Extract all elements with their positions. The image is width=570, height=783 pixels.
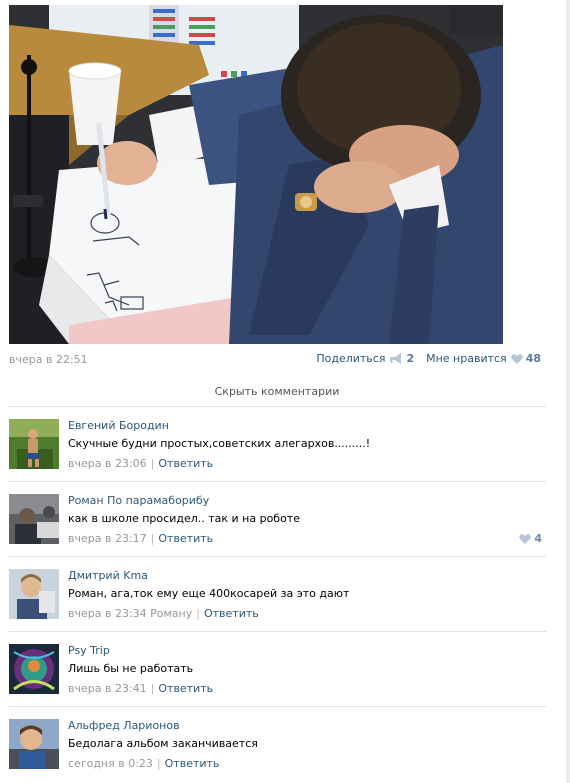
post-date: вчера в 22:51 (9, 353, 88, 366)
comment-item: Psy Trip Лишь бы не работать вчера в 23:… (9, 632, 546, 707)
avatar[interactable] (9, 644, 59, 694)
comment-time: вчера в 23:17 (68, 532, 147, 545)
comment-meta: сегодня в 0:23 | Ответить (68, 757, 219, 770)
reply-link[interactable]: Ответить (158, 532, 213, 545)
post-photo[interactable] (9, 5, 503, 344)
avatar-image (9, 494, 59, 544)
separator: | (150, 457, 155, 470)
comment-text: Роман, ага,ток ему еще 400косарей за это… (68, 587, 350, 600)
avatar[interactable] (9, 569, 59, 619)
comment-meta: вчера в 23:06 | Ответить (68, 457, 213, 470)
share-button[interactable]: Поделиться 2 (316, 352, 414, 365)
separator: | (196, 607, 200, 620)
comment-item: Альфред Ларионов Бедолага альбом заканчи… (9, 707, 546, 781)
separator: | (156, 757, 161, 770)
reply-link[interactable]: Ответить (158, 457, 213, 470)
comment-meta: вчера в 23:17 | Ответить (68, 532, 213, 545)
avatar-image (9, 419, 59, 469)
comment-time: вчера в 23:41 (68, 682, 147, 695)
reply-link[interactable]: Ответить (204, 607, 259, 620)
page-edge (566, 0, 570, 783)
comment-author[interactable]: Psy Trip (68, 644, 110, 657)
comment-author[interactable]: Евгений Бородин (68, 419, 169, 432)
share-label: Поделиться (316, 352, 386, 365)
comment-author[interactable]: Дмитрий Kma (68, 569, 148, 582)
hide-comments-link[interactable]: Скрыть комментарии (9, 385, 545, 398)
comment-text: как в школе просидел.. так и на роботе (68, 512, 300, 525)
comment-item: Роман По парамаборибу как в школе просид… (9, 482, 546, 557)
comment-item: Евгений Бородин Скучные будни простых,со… (9, 407, 546, 482)
comment-author[interactable]: Альфред Ларионов (68, 719, 180, 732)
like-button[interactable]: Мне нравится 48 (426, 352, 541, 365)
separator: | (150, 532, 155, 545)
like-count: 48 (525, 352, 541, 365)
heart-icon (510, 353, 523, 364)
reply-link[interactable]: Ответить (158, 682, 213, 695)
comment-time: вчера в 23:34 (68, 607, 147, 620)
post-meta: вчера в 22:51 Поделиться 2 Мне нравится … (9, 352, 541, 368)
comment-text: Бедолага альбом заканчивается (68, 737, 258, 750)
comment-like-button[interactable]: 4 (519, 532, 542, 545)
comment-time: вчера в 23:06 (68, 457, 147, 470)
like-label: Мне нравится (426, 352, 507, 365)
comment-meta: вчера в 23:41 | Ответить (68, 682, 213, 695)
megaphone-icon (390, 353, 402, 364)
avatar-image (9, 719, 59, 769)
avatar[interactable] (9, 419, 59, 469)
photo-illustration (9, 5, 503, 344)
avatar-image (9, 569, 59, 619)
heart-icon (519, 533, 532, 544)
post-actions: Поделиться 2 Мне нравится 48 (316, 352, 541, 365)
avatar-image (9, 644, 59, 694)
reply-to[interactable]: Роману (150, 607, 192, 620)
comment-text: Скучные будни простых,советских алегархо… (68, 437, 371, 450)
avatar[interactable] (9, 719, 59, 769)
comment-meta: вчера в 23:34 Роману | Ответить (68, 607, 259, 620)
share-count: 2 (406, 352, 415, 365)
comment-author[interactable]: Роман По парамаборибу (68, 494, 209, 507)
comment-item: Дмитрий Kma Роман, ага,ток ему еще 400ко… (9, 557, 546, 632)
comment-time: сегодня в 0:23 (68, 757, 153, 770)
reply-link[interactable]: Ответить (165, 757, 220, 770)
separator: | (150, 682, 155, 695)
comments-list: Евгений Бородин Скучные будни простых,со… (9, 407, 546, 781)
comment-like-count: 4 (534, 532, 542, 545)
avatar[interactable] (9, 494, 59, 544)
comment-text: Лишь бы не работать (68, 662, 194, 675)
